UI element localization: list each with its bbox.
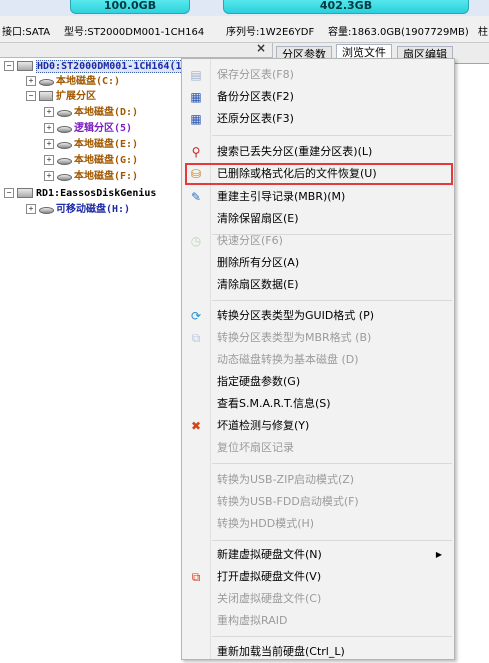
menu-item-rebuild-raid[interactable]: 重构虚拟RAID bbox=[182, 610, 454, 632]
tree-label-local-d: 本地磁盘(D:) bbox=[74, 107, 139, 118]
menu-item-open-virtual-disk[interactable]: ⧉ 打开虚拟硬盘文件(V) bbox=[182, 566, 454, 588]
menu-item-clear-reserved-sectors[interactable]: 清除保留扇区(E) bbox=[182, 208, 454, 230]
disk-capacity: 容量:1863.0GB(1907729MB) bbox=[328, 27, 469, 38]
disk-model: 型号:ST2000DM001-1CH164 bbox=[64, 27, 205, 38]
menu-item-convert-to-mbr[interactable]: ⧉ 转换分区表类型为MBR格式 (B) bbox=[182, 327, 454, 349]
expand-icon[interactable]: + bbox=[26, 76, 36, 86]
tree-node-extended[interactable]: − 扩展分区 bbox=[26, 90, 96, 104]
menu-item-usb-fdd-mode[interactable]: 转换为USB-FDD启动模式(F) bbox=[182, 491, 454, 513]
tree-label-local-e: 本地磁盘(E:) bbox=[74, 139, 139, 150]
menu-separator bbox=[212, 540, 452, 541]
volume-icon bbox=[57, 141, 72, 149]
open-vhd-icon: ⧉ bbox=[191, 570, 201, 584]
tree-node-local-f[interactable]: + 本地磁盘(F:) bbox=[44, 170, 138, 184]
menu-item-quick-partition[interactable]: ◷ 快速分区(F6) bbox=[182, 230, 454, 252]
hard-disk-icon bbox=[17, 61, 33, 71]
tree-node-local-d[interactable]: + 本地磁盘(D:) bbox=[44, 106, 138, 120]
menu-item-file-recovery[interactable]: ⛁ 已删除或格式化后的文件恢复(U) bbox=[182, 163, 454, 185]
convert-guid-icon: ⟳ bbox=[190, 309, 202, 323]
tree-panel-header: × bbox=[0, 41, 272, 58]
tree-node-removable-h[interactable]: + 可移动磁盘(H:) bbox=[26, 203, 130, 217]
menu-item-reload-disk[interactable]: 重新加载当前硬盘(Ctrl_L) bbox=[182, 641, 454, 663]
volume-icon bbox=[57, 157, 72, 165]
expand-icon[interactable]: + bbox=[44, 123, 54, 133]
convert-mbr-icon: ⧉ bbox=[191, 331, 201, 345]
tree-node-logical-5[interactable]: + 逻辑分区(5) bbox=[44, 122, 132, 136]
menu-item-reset-bad-sector-log[interactable]: 复位坏扇区记录 bbox=[182, 437, 454, 459]
tree-node-local-c[interactable]: + 本地磁盘(C:) bbox=[26, 75, 120, 89]
menu-item-specify-disk-params[interactable]: 指定硬盘参数(G) bbox=[182, 371, 454, 393]
extended-partition-icon bbox=[39, 91, 53, 101]
menu-item-restore-partition-table[interactable]: ▦ 还原分区表(F3) bbox=[182, 108, 454, 130]
collapse-icon[interactable]: − bbox=[4, 188, 14, 198]
tree-label-extended: 扩展分区 bbox=[56, 91, 96, 102]
menu-item-view-smart[interactable]: 查看S.M.A.R.T.信息(S) bbox=[182, 393, 454, 415]
menu-item-new-virtual-disk[interactable]: 新建虚拟硬盘文件(N) ▶ bbox=[182, 544, 454, 566]
mbr-edit-icon: ✎ bbox=[190, 190, 202, 204]
disk-interface: 接口:SATA bbox=[2, 27, 51, 38]
volume-icon bbox=[39, 206, 54, 214]
volume-icon bbox=[57, 109, 72, 117]
volume-icon bbox=[57, 173, 72, 181]
partition-bar: 100.0GB 402.3GB bbox=[0, 0, 489, 16]
volume-icon bbox=[39, 78, 54, 86]
ram-disk-icon bbox=[17, 188, 33, 198]
menu-separator bbox=[212, 135, 452, 136]
backup-icon: ▦ bbox=[190, 90, 202, 104]
partition-segment-extended[interactable]: 402.3GB bbox=[223, 0, 469, 14]
restore-icon: ▦ bbox=[190, 112, 202, 126]
disk-context-menu: ▤ 保存分区表(F8) ▦ 备份分区表(F2) ▦ 还原分区表(F3) ⚲ 搜索… bbox=[181, 58, 455, 660]
floppy-icon: ▤ bbox=[190, 68, 202, 82]
tree-node-rd1[interactable]: − RD1:EassosDiskGenius bbox=[4, 187, 156, 201]
volume-icon bbox=[57, 125, 72, 133]
tree-label-logical-5: 逻辑分区(5) bbox=[74, 123, 133, 134]
expand-icon[interactable]: + bbox=[44, 139, 54, 149]
disk-serial: 序列号:1W2E6YDF bbox=[226, 27, 315, 38]
menu-item-backup-partition-table[interactable]: ▦ 备份分区表(F2) bbox=[182, 86, 454, 108]
expand-icon[interactable]: + bbox=[44, 155, 54, 165]
expand-icon[interactable]: + bbox=[44, 107, 54, 117]
menu-item-close-virtual-disk[interactable]: 关闭虚拟硬盘文件(C) bbox=[182, 588, 454, 610]
tree-label-local-f: 本地磁盘(F:) bbox=[74, 171, 139, 182]
menu-item-dynamic-to-basic[interactable]: 动态磁盘转换为基本磁盘 (D) bbox=[182, 349, 454, 371]
expand-icon[interactable]: + bbox=[26, 204, 36, 214]
disk-info-extra: 柱 bbox=[478, 27, 488, 38]
partition-segment-c[interactable]: 100.0GB bbox=[70, 0, 190, 14]
repair-tools-icon: ✖ bbox=[190, 419, 202, 433]
tree-node-local-g[interactable]: + 本地磁盘(G:) bbox=[44, 154, 138, 168]
menu-item-rebuild-mbr[interactable]: ✎ 重建主引导记录(MBR)(M) bbox=[182, 186, 454, 208]
tree-label-local-c: 本地磁盘(C:) bbox=[56, 76, 121, 87]
tree-label-removable-h: 可移动磁盘(H:) bbox=[56, 204, 131, 215]
submenu-arrow-icon: ▶ bbox=[435, 550, 442, 559]
search-partition-icon: ⚲ bbox=[191, 145, 201, 159]
tree-label-rd1: RD1:EassosDiskGenius bbox=[36, 188, 157, 199]
collapse-icon[interactable]: − bbox=[4, 61, 14, 71]
expand-icon[interactable]: + bbox=[44, 171, 54, 181]
disk-info-bar: 接口:SATA 型号:ST2000DM001-1CH164 序列号:1W2E6Y… bbox=[0, 16, 489, 43]
menu-item-clear-sector-data[interactable]: 清除扇区数据(E) bbox=[182, 274, 454, 296]
close-icon[interactable]: × bbox=[256, 41, 266, 55]
tree-label-local-g: 本地磁盘(G:) bbox=[74, 155, 139, 166]
menu-item-bad-sector-repair[interactable]: ✖ 坏道检测与修复(Y) bbox=[182, 415, 454, 437]
menu-item-hdd-mode[interactable]: 转换为HDD模式(H) bbox=[182, 513, 454, 535]
menu-item-save-partition-table[interactable]: ▤ 保存分区表(F8) bbox=[182, 64, 454, 86]
menu-separator bbox=[212, 463, 452, 464]
menu-separator bbox=[212, 300, 452, 301]
tree-node-local-e[interactable]: + 本地磁盘(E:) bbox=[44, 138, 138, 152]
file-recovery-icon: ⛁ bbox=[190, 167, 202, 181]
menu-item-delete-all-partitions[interactable]: 删除所有分区(A) bbox=[182, 252, 454, 274]
quick-partition-icon: ◷ bbox=[190, 234, 202, 248]
menu-separator bbox=[212, 636, 452, 637]
collapse-icon[interactable]: − bbox=[26, 91, 36, 101]
menu-item-usb-zip-mode[interactable]: 转换为USB-ZIP启动模式(Z) bbox=[182, 469, 454, 491]
menu-item-search-lost-partitions[interactable]: ⚲ 搜索已丢失分区(重建分区表)(L) bbox=[182, 141, 454, 163]
menu-item-convert-to-guid[interactable]: ⟳ 转换分区表类型为GUID格式 (P) bbox=[182, 305, 454, 327]
